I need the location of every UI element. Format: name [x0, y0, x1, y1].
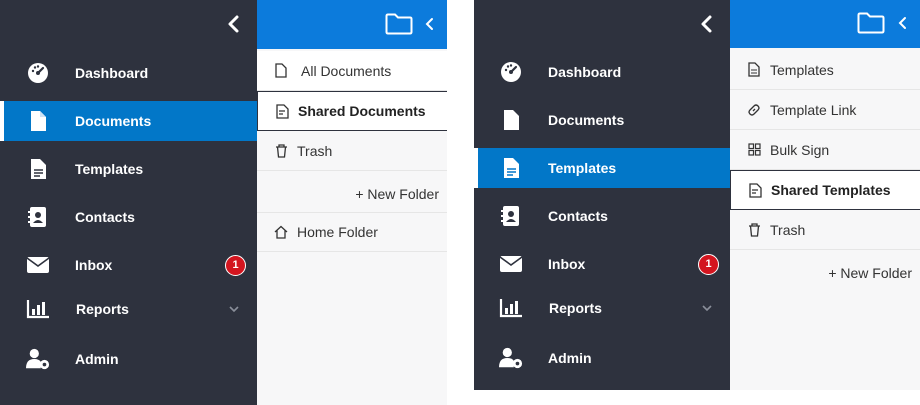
panel-item-label: Bulk Sign: [770, 141, 830, 158]
nav-label-reports: Reports: [549, 300, 602, 316]
nav-item-templates[interactable]: Templates: [474, 148, 730, 188]
nav-item-reports[interactable]: Reports: [474, 288, 730, 328]
panel-item-label: Home Folder: [297, 224, 378, 240]
new-folder-button[interactable]: + New Folder: [828, 265, 912, 281]
nav-label-contacts: Contacts: [548, 208, 608, 224]
collapse-panel-chevron-icon[interactable]: [424, 16, 436, 32]
right-sidebar: Dashboard Documents Templates Contacts I…: [474, 0, 730, 390]
folder-icon: [385, 13, 413, 35]
trash-icon: [746, 222, 762, 238]
nav-item-inbox[interactable]: Inbox 1: [474, 244, 730, 284]
chevron-down-icon[interactable]: [228, 303, 240, 315]
bar-chart-icon: [499, 296, 523, 320]
panel-item-trash[interactable]: Trash: [257, 131, 447, 171]
document-icon: [499, 108, 523, 132]
admin-icon: [499, 346, 523, 370]
document-icon: [26, 109, 50, 133]
bar-chart-icon: [26, 297, 50, 321]
nav-item-templates[interactable]: Templates: [0, 149, 257, 189]
file-icon: [273, 63, 289, 79]
panel-item-templates[interactable]: Templates: [730, 50, 920, 90]
panel-item-label: Templates: [770, 61, 834, 78]
chevron-down-icon[interactable]: [701, 302, 713, 314]
nav-item-dashboard[interactable]: Dashboard: [474, 52, 730, 92]
collapse-sidebar-chevron-icon[interactable]: [696, 13, 718, 35]
dashboard-icon: [26, 61, 50, 85]
nav-item-admin[interactable]: Admin: [0, 339, 257, 379]
nav-item-contacts[interactable]: Contacts: [0, 197, 257, 237]
panel-item-all-documents[interactable]: All Documents: [257, 51, 447, 91]
template-icon: [499, 156, 523, 180]
contacts-icon: [499, 204, 523, 228]
nav-label-reports: Reports: [76, 301, 129, 317]
nav-item-documents[interactable]: Documents: [474, 100, 730, 140]
inbox-count-badge: 1: [698, 253, 719, 275]
nav-label-dashboard: Dashboard: [548, 64, 622, 80]
template-icon: [26, 157, 50, 181]
nav-item-inbox[interactable]: Inbox 1: [0, 245, 257, 285]
nav-label-admin: Admin: [75, 351, 119, 367]
panel-item-label: Template Link: [770, 101, 857, 118]
nav-item-documents[interactable]: Documents: [0, 101, 257, 141]
panel-item-label: Trash: [297, 142, 333, 159]
panel-item-trash[interactable]: Trash: [730, 210, 920, 250]
folder-icon: [857, 12, 885, 34]
home-icon: [273, 224, 289, 240]
panel-item-label: Shared Templates: [771, 182, 891, 198]
panel-header: [730, 0, 920, 48]
trash-icon: [273, 143, 289, 159]
link-icon: [746, 102, 762, 118]
panel-item-shared-documents[interactable]: Shared Documents: [257, 91, 447, 131]
nav-label-inbox: Inbox: [548, 256, 586, 272]
inbox-count-badge: 1: [225, 254, 246, 276]
shared-doc-icon: [747, 182, 763, 198]
panel-item-bulk-sign[interactable]: Bulk Sign: [730, 130, 920, 170]
nav-label-dashboard: Dashboard: [75, 65, 149, 81]
panel-item-shared-templates[interactable]: Shared Templates: [730, 170, 920, 210]
nav-item-dashboard[interactable]: Dashboard: [0, 53, 257, 93]
nav-label-inbox: Inbox: [75, 257, 113, 273]
nav-item-reports[interactable]: Reports: [0, 289, 257, 329]
panel-item-home-folder[interactable]: Home Folder: [257, 212, 447, 252]
nav-item-contacts[interactable]: Contacts: [474, 196, 730, 236]
panel-item-label: All Documents: [301, 62, 392, 79]
left-sidebar: Dashboard Documents Templates Contacts I…: [0, 0, 257, 405]
panel-item-template-link[interactable]: Template Link: [730, 90, 920, 130]
collapse-sidebar-chevron-icon[interactable]: [223, 13, 245, 35]
envelope-icon: [26, 253, 50, 277]
panel-item-label: Shared Documents: [298, 103, 426, 119]
nav-label-documents: Documents: [548, 112, 625, 128]
nav-label-templates: Templates: [75, 161, 144, 177]
new-folder-button[interactable]: + New Folder: [355, 186, 439, 202]
grid-icon: [746, 142, 762, 158]
nav-item-admin[interactable]: Admin: [474, 338, 730, 378]
left-documents-panel: All Documents Shared Documents Trash + N…: [257, 0, 447, 405]
template-file-icon: [746, 62, 762, 78]
nav-label-templates: Templates: [548, 160, 617, 176]
shared-doc-icon: [274, 103, 290, 119]
nav-label-admin: Admin: [548, 350, 592, 366]
collapse-panel-chevron-icon[interactable]: [897, 15, 909, 31]
dashboard-icon: [499, 60, 523, 84]
right-templates-panel: Templates Template Link Bulk Sign Shared…: [730, 0, 920, 390]
nav-label-documents: Documents: [75, 113, 152, 129]
envelope-icon: [499, 252, 523, 276]
panel-header: [257, 0, 447, 49]
contacts-icon: [26, 205, 50, 229]
nav-label-contacts: Contacts: [75, 209, 135, 225]
panel-item-label: Trash: [770, 221, 806, 238]
admin-icon: [26, 347, 50, 371]
